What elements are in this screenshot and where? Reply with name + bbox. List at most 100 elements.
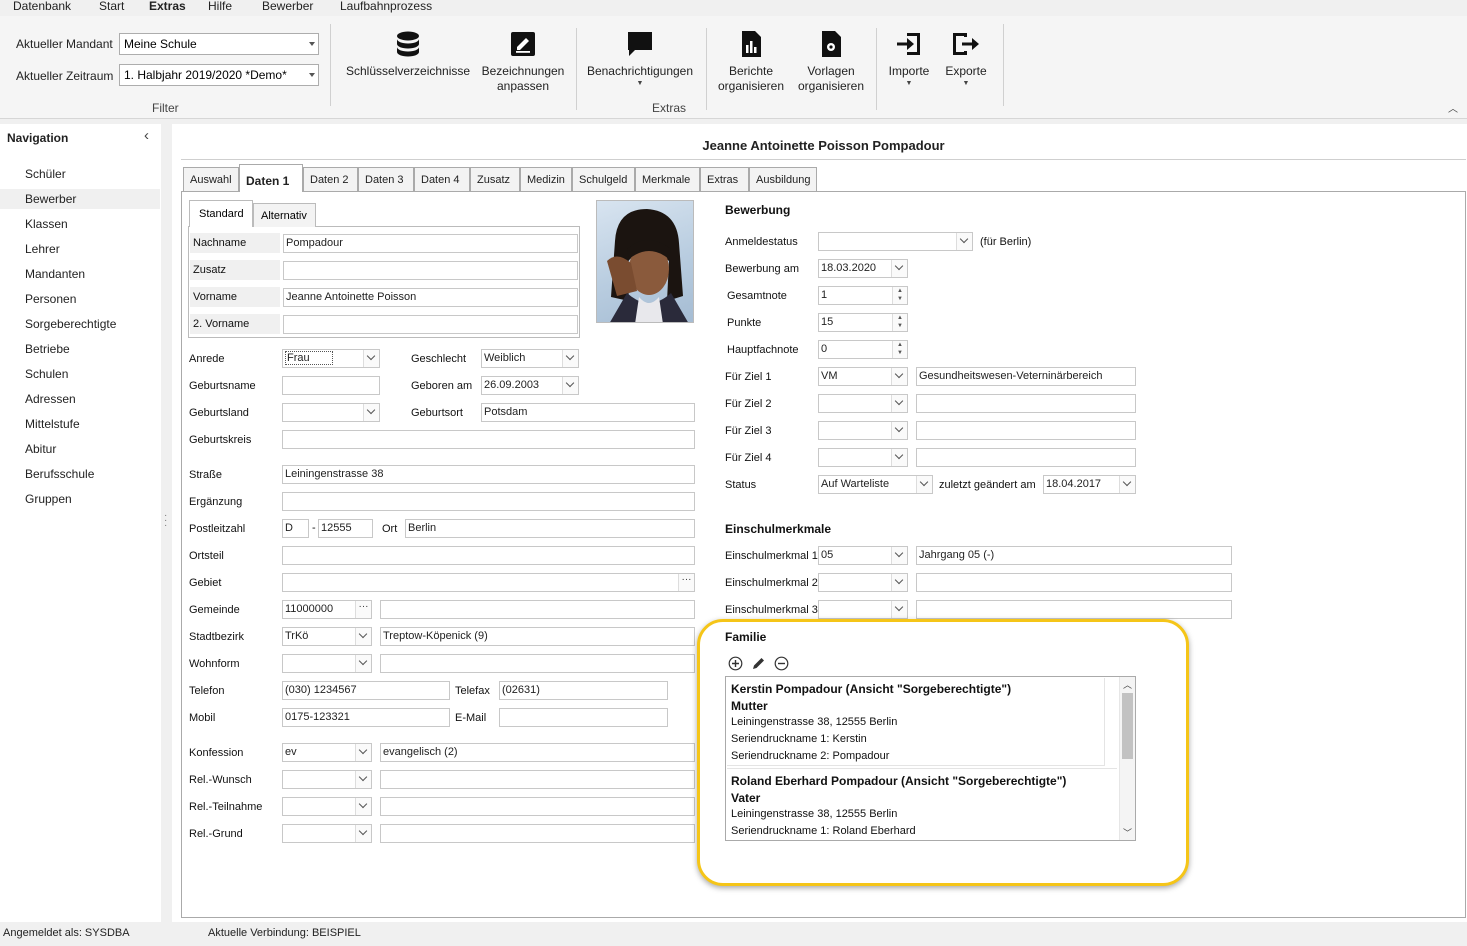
einschulmerkmal3-select[interactable] (818, 600, 908, 619)
subtab-standard[interactable]: Standard (189, 200, 253, 227)
spinner-arrows-icon[interactable]: ▲ ▼ (892, 341, 907, 358)
menu-hilfe[interactable]: Hilfe (208, 0, 232, 13)
geburtskreis-input[interactable] (282, 430, 695, 449)
scroll-down-icon[interactable]: ﹀ (1123, 826, 1132, 839)
ortsteil-input[interactable] (282, 546, 695, 565)
add-circle-icon[interactable] (728, 656, 743, 671)
geschlecht-select[interactable]: Weiblich (481, 349, 579, 368)
geburtsname-input[interactable] (282, 376, 380, 395)
tab-daten-3[interactable]: Daten 3 (358, 167, 414, 191)
gesamtnote-spinner[interactable]: 1 ▲ ▼ (818, 286, 908, 305)
vorname2-input[interactable] (283, 315, 578, 334)
tab-daten-4[interactable]: Daten 4 (414, 167, 470, 191)
stadtbezirk-select[interactable]: TrKö (282, 627, 372, 646)
ziel1-select[interactable]: VM (818, 367, 908, 386)
geburtsort-input[interactable]: Potsdam (481, 403, 695, 422)
mobil-input[interactable]: 0175-123321 (282, 708, 450, 727)
email-input[interactable] (499, 708, 668, 727)
tab-extras[interactable]: Extras (700, 167, 749, 191)
wohnform-select[interactable] (282, 654, 372, 673)
telefon-input[interactable]: (030) 1234567 (282, 681, 450, 700)
nav-item-klassen[interactable]: Klassen (0, 214, 160, 234)
tab-daten-2[interactable]: Daten 2 (303, 167, 358, 191)
remove-circle-icon[interactable] (774, 656, 789, 671)
status-select[interactable]: Auf Warteliste (818, 475, 933, 494)
edit-pencil-icon[interactable] (751, 656, 766, 671)
strasse-input[interactable]: Leiningenstrasse 38 (282, 465, 695, 484)
scroll-up-icon[interactable]: ︿ (1123, 678, 1132, 691)
nav-item-abitur[interactable]: Abitur (0, 439, 160, 459)
menu-datenbank[interactable]: Datenbank (13, 0, 71, 13)
zuletzt-geaendert-date[interactable]: 18.04.2017 (1043, 475, 1136, 494)
gebiet-input[interactable]: ··· (282, 573, 695, 592)
exporte-button[interactable]: Exporte ▼ (940, 30, 992, 88)
konfession-select[interactable]: ev (282, 743, 372, 762)
ort-input[interactable]: Berlin (405, 519, 695, 538)
rel-grund-select[interactable] (282, 824, 372, 843)
benachrichtigungen-button[interactable]: Benachrichtigungen ▼ (584, 30, 696, 88)
hauptfachnote-spinner[interactable]: 0 ▲ ▼ (818, 340, 908, 359)
schluesselverzeichnisse-button[interactable]: Schlüsselverzeichnisse (346, 30, 470, 79)
nav-item-mandanten[interactable]: Mandanten (0, 264, 160, 284)
vorlagen-organisieren-button[interactable]: Vorlagen organisieren (792, 30, 870, 94)
spinner-arrows-icon[interactable]: ▲ ▼ (892, 287, 907, 304)
menu-laufbahnprozess[interactable]: Laufbahnprozess (340, 0, 432, 13)
rel-teilnahme-select[interactable] (282, 797, 372, 816)
nav-item-lehrer[interactable]: Lehrer (0, 239, 160, 259)
subtab-alternativ[interactable]: Alternativ (253, 203, 316, 227)
geboren-date[interactable]: 26.09.2003 (481, 376, 579, 395)
ziel4-select[interactable] (818, 448, 908, 467)
spinner-arrows-icon[interactable]: ▲ ▼ (892, 314, 907, 331)
nav-item-personen[interactable]: Personen (0, 289, 160, 309)
nav-item-mittelstufe[interactable]: Mittelstufe (0, 414, 160, 434)
tab-medizin[interactable]: Medizin (520, 167, 572, 191)
menu-bewerber[interactable]: Bewerber (262, 0, 313, 13)
tab-daten-1[interactable]: Daten 1 (239, 164, 303, 192)
nachname-input[interactable]: Pompadour (283, 234, 578, 253)
tab-schulgeld[interactable]: Schulgeld (572, 167, 635, 191)
familie-list[interactable]: Kerstin Pompadour (Ansicht "Sorgeberecht… (725, 676, 1136, 841)
ziel2-select[interactable] (818, 394, 908, 413)
ellipsis-icon[interactable]: ··· (678, 574, 694, 591)
tab-auswahl[interactable]: Auswahl (183, 167, 239, 191)
collapse-ribbon-icon[interactable]: ︿ (1448, 100, 1458, 115)
mandant-select[interactable]: Meine Schule (119, 33, 319, 55)
gemeinde-input[interactable]: 11000000 ··· (282, 600, 372, 619)
anrede-select[interactable]: Frau (282, 349, 380, 368)
telefax-input[interactable]: (02631) (499, 681, 668, 700)
ellipsis-icon[interactable]: ··· (355, 601, 371, 618)
tab-zusatz[interactable]: Zusatz (470, 167, 520, 191)
zeitraum-select[interactable]: 1. Halbjahr 2019/2020 *Demo* (119, 64, 319, 86)
einschulmerkmal1-select[interactable]: 05 (818, 546, 908, 565)
menu-start[interactable]: Start (99, 0, 124, 13)
nav-item-schulen[interactable]: Schulen (0, 364, 160, 384)
rel-wunsch-select[interactable] (282, 770, 372, 789)
geburtsland-select[interactable] (282, 403, 380, 422)
anmeldestatus-select[interactable] (818, 232, 973, 251)
plz-input[interactable]: 12555 (318, 519, 373, 538)
vorname-input[interactable]: Jeanne Antoinette Poisson (283, 288, 578, 307)
student-photo[interactable] (596, 200, 694, 323)
berichte-organisieren-button[interactable]: Berichte organisieren (712, 30, 790, 94)
nav-item-bewerber[interactable]: Bewerber (0, 189, 160, 209)
scrollbar-thumb[interactable] (1122, 693, 1133, 759)
splitter-grip-icon[interactable]: · · · (164, 511, 167, 531)
tab-ausbildung[interactable]: Ausbildung (749, 167, 817, 191)
bewerbung-am-date[interactable]: 18.03.2020 (818, 259, 908, 278)
nav-item-berufsschule[interactable]: Berufsschule (0, 464, 160, 484)
land-input[interactable]: D (282, 519, 309, 538)
nav-item-schueler[interactable]: Schüler (0, 164, 160, 184)
menu-extras[interactable]: Extras (149, 0, 186, 13)
nav-item-sorgeberechtigte[interactable]: Sorgeberechtigte (0, 314, 160, 334)
punkte-spinner[interactable]: 15 ▲ ▼ (818, 313, 908, 332)
familie-scrollbar[interactable]: ︿ ﹀ (1119, 677, 1135, 840)
ziel3-select[interactable] (818, 421, 908, 440)
nav-item-betriebe[interactable]: Betriebe (0, 339, 160, 359)
importe-button[interactable]: Importe ▼ (882, 30, 936, 88)
bezeichnungen-anpassen-button[interactable]: Bezeichnungen anpassen (478, 30, 568, 94)
tab-merkmale[interactable]: Merkmale (635, 167, 700, 191)
nav-item-adressen[interactable]: Adressen (0, 389, 160, 409)
zusatz-input[interactable] (283, 261, 578, 280)
ergaenzung-input[interactable] (282, 492, 695, 511)
nav-item-gruppen[interactable]: Gruppen (0, 489, 160, 509)
